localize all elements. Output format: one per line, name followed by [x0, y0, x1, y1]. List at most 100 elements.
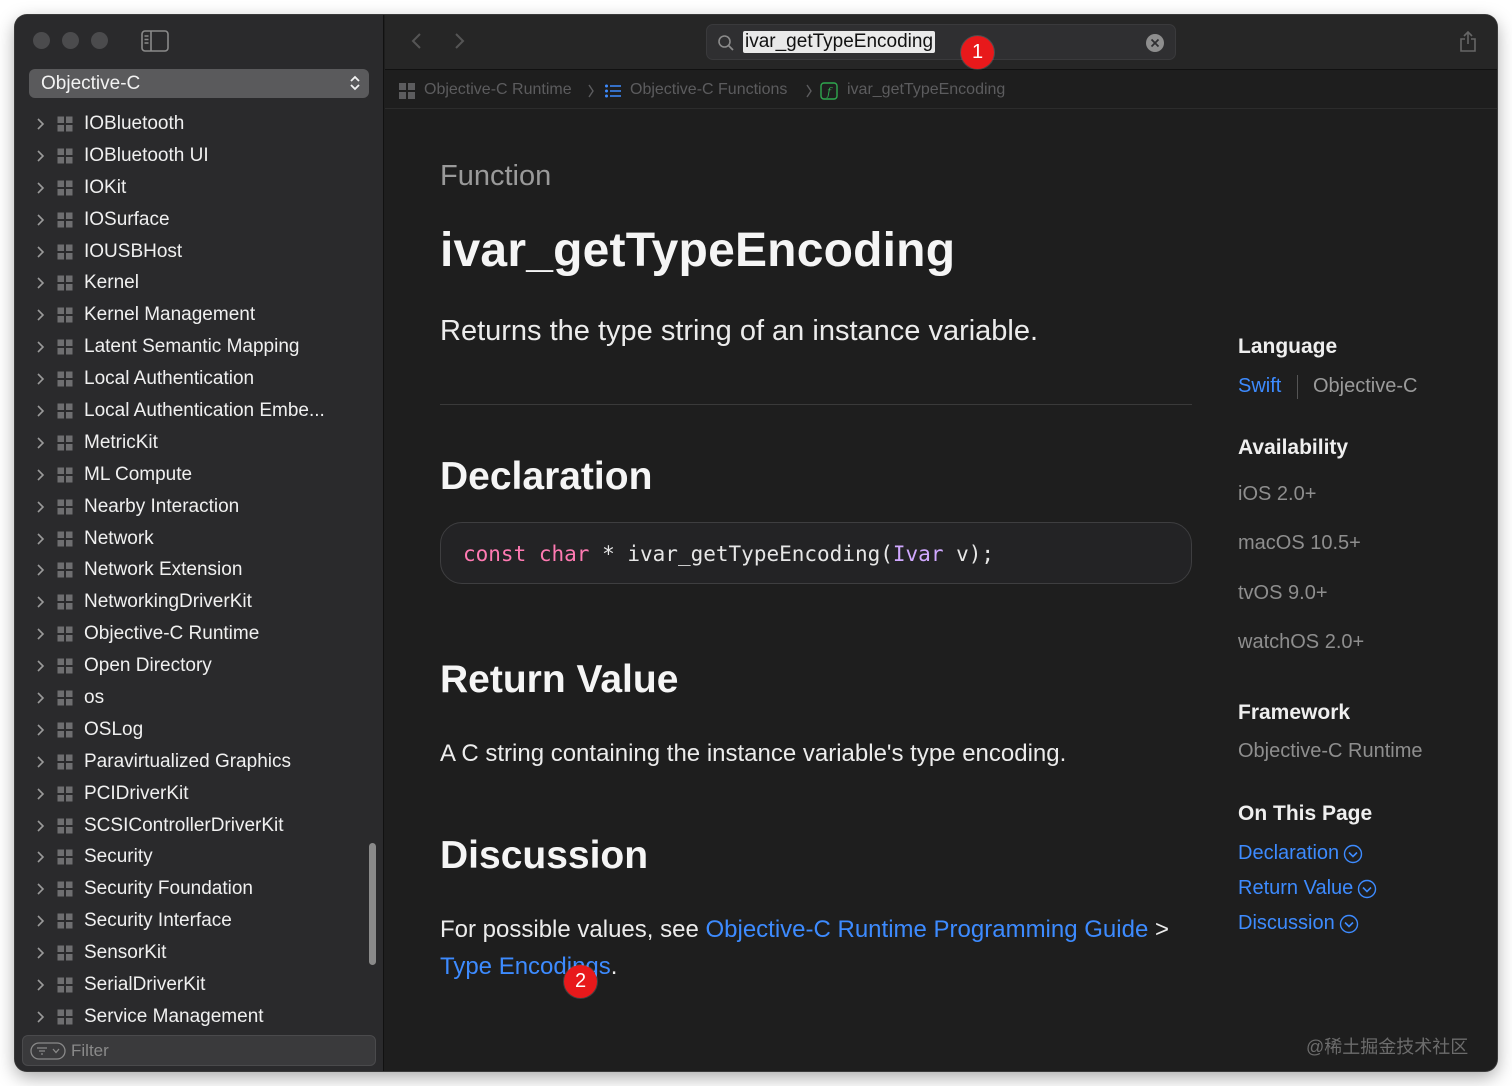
disclosure-chevron-icon[interactable] — [35, 946, 45, 960]
code-type[interactable]: Ivar — [893, 542, 944, 566]
disclosure-chevron-icon[interactable] — [35, 149, 45, 163]
framework-grid-icon — [57, 754, 73, 770]
disclosure-chevron-icon[interactable] — [35, 181, 45, 195]
sidebar-item[interactable]: Kernel — [15, 267, 384, 299]
svg-text:f: f — [826, 86, 833, 99]
sidebar-item[interactable]: Local Authentication Embe... — [15, 395, 384, 427]
language-swift-link[interactable]: Swift — [1238, 375, 1281, 398]
sidebar-item[interactable]: SCSIControllerDriverKit — [15, 810, 384, 842]
toolbar: ivar_getTypeEncoding — [385, 15, 1497, 70]
toc-link-label: Discussion — [1238, 912, 1335, 934]
sidebar-item-label: Security — [84, 846, 153, 868]
clear-search-icon[interactable] — [1145, 33, 1165, 53]
disclosure-chevron-icon[interactable] — [35, 213, 45, 227]
sidebar-item[interactable]: Security Foundation — [15, 873, 384, 905]
sidebar-item[interactable]: Paravirtualized Graphics — [15, 746, 384, 778]
sidebar-item[interactable]: Security Interface — [15, 905, 384, 937]
sidebar-item[interactable]: Network — [15, 523, 384, 555]
sidebar-scrollbar[interactable] — [369, 843, 376, 965]
forward-chevron-icon[interactable] — [452, 31, 466, 51]
sidebar-item[interactable]: NetworkingDriverKit — [15, 586, 384, 618]
breadcrumb: Objective-C Runtime Objective-C Function… — [385, 71, 1497, 109]
disclosure-chevron-icon[interactable] — [35, 276, 45, 290]
runtime-guide-link[interactable]: Objective-C Runtime Programming Guide — [705, 916, 1148, 943]
search-icon — [718, 35, 734, 51]
sidebar-item[interactable]: Security — [15, 841, 384, 873]
sidebar-item[interactable]: Kernel Management — [15, 299, 384, 331]
language-select[interactable]: Objective-C — [29, 69, 369, 98]
sidebar-item[interactable]: IOUSBHost — [15, 236, 384, 268]
disclosure-chevron-icon[interactable] — [35, 755, 45, 769]
sidebar-item[interactable]: Objective-C Runtime — [15, 618, 384, 650]
framework-value: Objective-C Runtime — [1238, 740, 1423, 762]
disclosure-chevron-icon[interactable] — [35, 787, 45, 801]
toc-link-return-value[interactable]: Return Value — [1238, 877, 1377, 900]
sidebar-item[interactable]: Latent Semantic Mapping — [15, 331, 384, 363]
sidebar-item[interactable]: Network Extension — [15, 554, 384, 586]
search-field[interactable]: ivar_getTypeEncoding — [706, 24, 1176, 60]
sidebar-toggle-icon[interactable] — [141, 30, 169, 52]
sidebar-item[interactable]: SerialDriverKit — [15, 969, 384, 1001]
sidebar-item[interactable]: IOKit — [15, 172, 384, 204]
sidebar-item[interactable]: Nearby Interaction — [15, 491, 384, 523]
breadcrumb-item-framework[interactable]: Objective-C Runtime — [424, 81, 572, 99]
minimize-window-button[interactable] — [62, 32, 79, 49]
watermark: @稀土掘金技术社区 — [1306, 1037, 1469, 1057]
disclosure-chevron-icon[interactable] — [35, 117, 45, 131]
code-keyword: char — [538, 542, 590, 566]
disclosure-chevron-icon[interactable] — [35, 500, 45, 514]
sidebar-item[interactable]: IOSurface — [15, 204, 384, 236]
filter-icon[interactable] — [30, 1042, 66, 1060]
disclosure-chevron-icon[interactable] — [35, 914, 45, 928]
disclosure-chevron-icon[interactable] — [35, 372, 45, 386]
sidebar-item[interactable]: Local Authentication — [15, 363, 384, 395]
availability-heading: Availability — [1238, 436, 1349, 459]
disclosure-chevron-icon[interactable] — [35, 978, 45, 992]
disclosure-chevron-icon[interactable] — [35, 1010, 45, 1024]
zoom-window-button[interactable] — [91, 32, 108, 49]
sidebar-item[interactable]: SensorKit — [15, 937, 384, 969]
share-icon[interactable] — [1459, 29, 1477, 53]
disclosure-chevron-icon[interactable] — [35, 595, 45, 609]
disclosure-chevron-icon[interactable] — [35, 627, 45, 641]
sidebar-item[interactable]: MetricKit — [15, 427, 384, 459]
disclosure-chevron-icon[interactable] — [35, 819, 45, 833]
disclosure-chevron-icon[interactable] — [35, 245, 45, 259]
breadcrumb-item-collection[interactable]: Objective-C Functions — [630, 81, 787, 99]
breadcrumb-chevron-icon — [588, 84, 594, 98]
sidebar-item[interactable]: os — [15, 682, 384, 714]
disclosure-chevron-icon[interactable] — [35, 308, 45, 322]
sidebar-item[interactable]: Open Directory — [15, 650, 384, 682]
sidebar-item[interactable]: ML Compute — [15, 459, 384, 491]
disclosure-chevron-icon[interactable] — [35, 659, 45, 673]
disclosure-chevron-icon[interactable] — [35, 882, 45, 896]
framework-grid-icon — [57, 339, 73, 355]
sidebar-item[interactable]: IOBluetooth — [15, 108, 384, 140]
discussion-text: For possible values, see Objective-C Run… — [440, 916, 1169, 944]
close-window-button[interactable] — [33, 32, 50, 49]
disclosure-chevron-icon[interactable] — [35, 436, 45, 450]
breadcrumb-chevron-icon — [806, 84, 812, 98]
back-chevron-icon[interactable] — [410, 31, 424, 51]
disclosure-chevron-icon[interactable] — [35, 532, 45, 546]
sidebar-item[interactable]: PCIDriverKit — [15, 778, 384, 810]
disclosure-chevron-icon[interactable] — [35, 404, 45, 418]
disclosure-chevron-icon[interactable] — [35, 850, 45, 864]
disclosure-chevron-icon[interactable] — [35, 563, 45, 577]
framework-grid-icon — [57, 212, 73, 228]
sidebar-item[interactable]: Service Management — [15, 1001, 384, 1033]
filter-input[interactable] — [71, 1040, 361, 1062]
sidebar-item[interactable]: OSLog — [15, 714, 384, 746]
toc-link-discussion[interactable]: Discussion — [1238, 912, 1359, 935]
framework-grid-icon — [57, 371, 73, 387]
declaration-heading: Declaration — [440, 455, 653, 498]
search-query[interactable]: ivar_getTypeEncoding — [743, 31, 936, 53]
disclosure-chevron-icon[interactable] — [35, 340, 45, 354]
toc-link-label: Declaration — [1238, 842, 1340, 864]
circle-chevron-down-icon — [1343, 844, 1363, 863]
sidebar-item[interactable]: IOBluetooth UI — [15, 140, 384, 172]
disclosure-chevron-icon[interactable] — [35, 691, 45, 705]
disclosure-chevron-icon[interactable] — [35, 723, 45, 737]
toc-link-declaration[interactable]: Declaration — [1238, 842, 1363, 865]
disclosure-chevron-icon[interactable] — [35, 468, 45, 482]
